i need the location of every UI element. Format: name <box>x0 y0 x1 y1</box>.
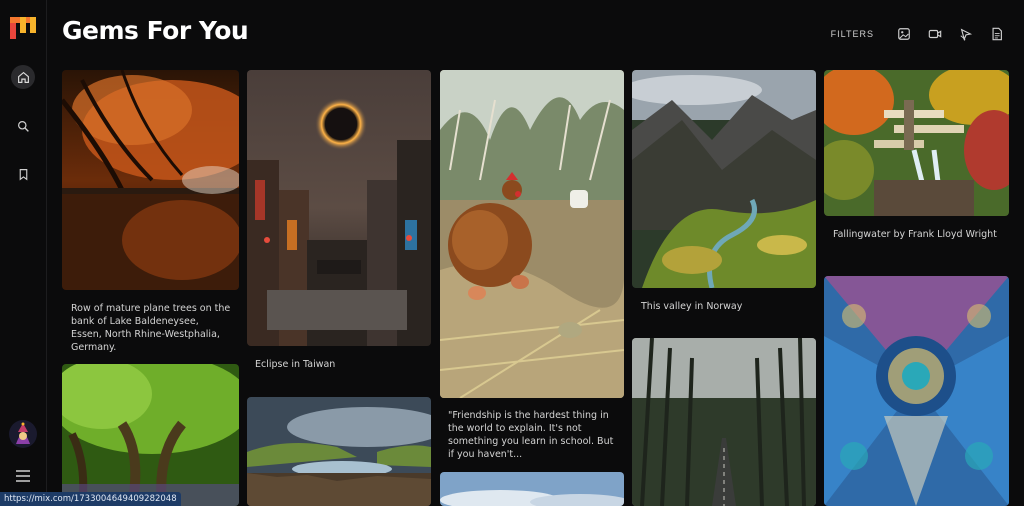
norway-valley-image[interactable] <box>632 70 816 288</box>
sidebar-item-home[interactable] <box>11 65 35 89</box>
hamburger-menu-icon[interactable] <box>13 468 33 484</box>
caption-friendship: "Friendship is the hardest thing in the … <box>448 410 614 460</box>
mix-logo-icon[interactable] <box>10 15 36 39</box>
green-forest-image[interactable] <box>62 364 239 506</box>
fallingwater-image[interactable] <box>824 70 1009 216</box>
avatar[interactable] <box>9 420 37 448</box>
home-icon <box>17 71 29 83</box>
page-title: Gems For You <box>62 16 249 45</box>
document-icon[interactable] <box>990 27 1004 41</box>
caption-norway: This valley in Norway <box>641 301 743 312</box>
web-icon[interactable] <box>959 27 973 41</box>
sidebar <box>0 0 47 506</box>
bookmark-icon <box>19 168 27 181</box>
sidebar-item-saved[interactable] <box>11 162 35 186</box>
caption-fallingwater: Fallingwater by Frank Lloyd Wright <box>833 229 997 240</box>
forest-road-image[interactable] <box>632 338 816 506</box>
eclipse-taiwan-image[interactable] <box>247 70 431 346</box>
coastal-cliffs-image[interactable] <box>247 397 431 506</box>
video-icon[interactable] <box>928 27 942 41</box>
plane-trees-image[interactable] <box>62 70 239 290</box>
image-icon[interactable] <box>897 27 911 41</box>
caption-plane-trees: Row of mature plane trees on the bank of… <box>71 303 231 353</box>
filters-button[interactable]: FILTERS <box>831 29 874 39</box>
rooster-friendship-image[interactable] <box>440 70 624 398</box>
sidebar-item-search[interactable] <box>11 114 35 138</box>
status-bar-url: https://mix.com/1733004649409282048 <box>0 492 181 506</box>
mosque-ceiling-image[interactable] <box>824 276 1009 506</box>
sky-image[interactable] <box>440 472 624 506</box>
filter-toolbar: FILTERS <box>831 24 1004 44</box>
search-icon <box>17 120 29 132</box>
caption-eclipse: Eclipse in Taiwan <box>255 359 336 370</box>
